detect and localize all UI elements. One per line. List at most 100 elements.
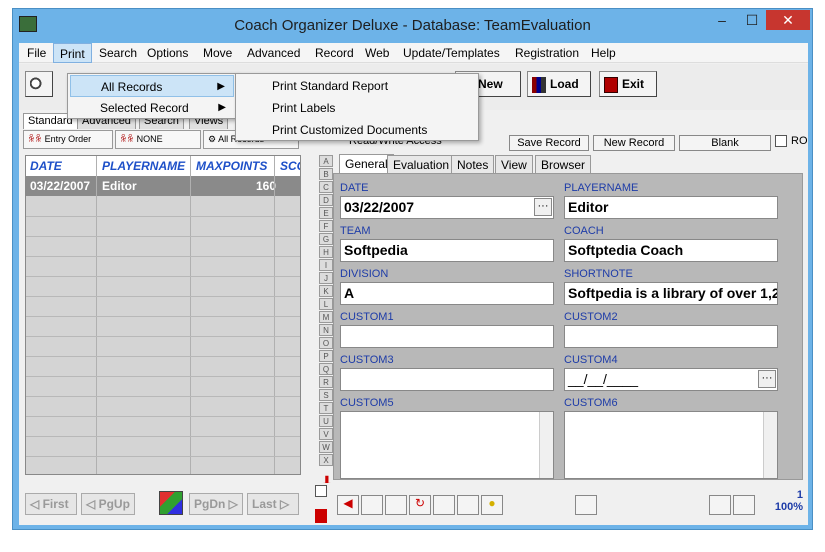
alpha-letter[interactable]: D (319, 194, 333, 206)
custom6-memo[interactable] (564, 411, 778, 479)
date-field[interactable]: 03/22/2007 (340, 196, 554, 219)
menu-item-labels[interactable]: Print Labels (238, 97, 335, 119)
alpha-letter[interactable]: L (319, 298, 333, 310)
alpha-letter[interactable]: S (319, 389, 333, 401)
records-grid[interactable]: DATE PLAYERNAME MAXPOINTS SCO 03/22/2007… (25, 155, 301, 475)
trash-icon[interactable] (385, 495, 407, 515)
alpha-letter[interactable]: H (319, 246, 333, 258)
alpha-letter[interactable]: N (319, 324, 333, 336)
menu-print[interactable]: Print (53, 43, 92, 63)
menu-web[interactable]: Web (359, 43, 395, 63)
menu-options[interactable]: Options (141, 43, 194, 63)
scrollbar[interactable] (539, 412, 553, 478)
row-divider (26, 376, 300, 377)
menu-item-all-records[interactable]: All Records ▶ (70, 75, 234, 97)
maximize-icon[interactable]: ☐ (737, 10, 767, 30)
load-button[interactable]: Load (527, 71, 591, 97)
scrollbar[interactable] (763, 412, 777, 478)
custom2-field[interactable] (564, 325, 778, 348)
date-picker-button[interactable]: ··· (534, 198, 552, 216)
menu-file[interactable]: File (21, 43, 52, 63)
tab-general[interactable]: General (339, 154, 394, 173)
print-icon[interactable] (361, 495, 383, 515)
tab-view[interactable]: View (495, 155, 533, 173)
menu-move[interactable]: Move (197, 43, 238, 63)
tab-browser[interactable]: Browser (535, 155, 592, 173)
copy-icon[interactable] (433, 495, 455, 515)
menu-item-customized-documents[interactable]: Print Customized Documents (238, 119, 427, 141)
save-record-button[interactable]: Save Record (509, 135, 589, 151)
arrow-updown-icon[interactable] (315, 509, 327, 523)
blank-button[interactable]: Blank (679, 135, 771, 151)
shortnote-field[interactable]: Softpedia is a library of over 1,20 (564, 282, 778, 305)
team-field[interactable]: Softpedia (340, 239, 554, 262)
pgup-button[interactable]: ◁ PgUp (81, 493, 135, 515)
column-score[interactable]: SCO (280, 159, 300, 173)
first-button[interactable]: ◁ First (25, 493, 77, 515)
pgdn-button[interactable]: PgDn ▷ (189, 493, 243, 515)
alpha-letter[interactable]: W (319, 441, 333, 453)
next-icon[interactable] (733, 495, 755, 515)
exit-button[interactable]: Exit (599, 71, 657, 97)
custom2-label: CUSTOM2 (564, 311, 618, 323)
alpha-letter[interactable]: A (319, 155, 333, 167)
column-maxpoints[interactable]: MAXPOINTS (196, 159, 267, 173)
ro-checkbox[interactable] (775, 135, 787, 147)
menu-help[interactable]: Help (585, 43, 622, 63)
menu-item-selected-record[interactable]: Selected Record ▶ (70, 97, 234, 119)
lightbulb-icon[interactable]: ● (481, 495, 503, 515)
menu-search[interactable]: Search (93, 43, 143, 63)
menu-bar: File Print Search Options Move Advanced … (19, 43, 808, 63)
menu-item-standard-report[interactable]: Print Standard Report (238, 75, 388, 97)
alpha-letter[interactable]: T (319, 402, 333, 414)
custom5-memo[interactable] (340, 411, 554, 479)
row-divider (26, 236, 300, 237)
alpha-letter[interactable]: V (319, 428, 333, 440)
menu-registration[interactable]: Registration (509, 43, 585, 63)
alpha-letter[interactable]: B (319, 168, 333, 180)
row-divider (26, 336, 300, 337)
abc-icon[interactable] (159, 491, 183, 515)
refresh-icon[interactable]: ↻ (409, 495, 431, 515)
tab-evaluation[interactable]: Evaluation (387, 155, 456, 173)
coach-field[interactable]: Softptedia Coach (564, 239, 778, 262)
paste-icon[interactable] (457, 495, 479, 515)
checkbox[interactable] (315, 485, 327, 497)
arrow-left-icon[interactable]: ◀ (337, 495, 359, 515)
alpha-letter[interactable]: O (319, 337, 333, 349)
alpha-letter[interactable]: X (319, 454, 333, 466)
custom4-picker-button[interactable]: ··· (758, 370, 776, 388)
prev-icon[interactable] (709, 495, 731, 515)
alpha-letter[interactable]: G (319, 233, 333, 245)
alpha-letter[interactable]: F (319, 220, 333, 232)
alpha-letter[interactable]: R (319, 376, 333, 388)
table-row[interactable]: 03/22/2007 Editor 160 (26, 176, 300, 196)
alpha-letter[interactable]: I (319, 259, 333, 271)
alpha-letter[interactable]: P (319, 350, 333, 362)
alpha-letter[interactable]: U (319, 415, 333, 427)
alpha-letter[interactable]: J (319, 272, 333, 284)
exit-door-icon (604, 76, 618, 93)
search-button[interactable] (25, 71, 53, 97)
minimize-icon[interactable]: – (707, 10, 737, 30)
alpha-letter[interactable]: E (319, 207, 333, 219)
alpha-letter[interactable]: Q (319, 363, 333, 375)
menu-advanced[interactable]: Advanced (241, 43, 306, 63)
last-button[interactable]: Last ▷ (247, 493, 299, 515)
alpha-letter[interactable]: M (319, 311, 333, 323)
alpha-letter[interactable]: C (319, 181, 333, 193)
menu-record[interactable]: Record (309, 43, 360, 63)
playername-field[interactable]: Editor (564, 196, 778, 219)
custom4-field[interactable]: __/__/____ (564, 368, 778, 391)
report-icon[interactable] (575, 495, 597, 515)
tab-notes[interactable]: Notes (451, 155, 495, 173)
column-date[interactable]: DATE (30, 159, 62, 173)
custom1-field[interactable] (340, 325, 554, 348)
new-record-button[interactable]: New Record (593, 135, 675, 151)
alpha-letter[interactable]: K (319, 285, 333, 297)
division-field[interactable]: A (340, 282, 554, 305)
column-playername[interactable]: PLAYERNAME (102, 159, 185, 173)
close-icon[interactable]: ✕ (766, 10, 810, 30)
menu-update-templates[interactable]: Update/Templates (397, 43, 506, 63)
custom3-field[interactable] (340, 368, 554, 391)
